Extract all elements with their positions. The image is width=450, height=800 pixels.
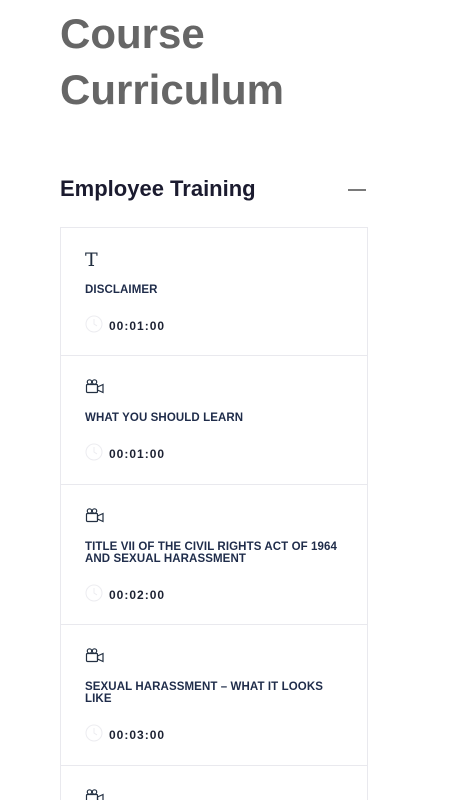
lesson-item[interactable]: SEXUAL HARASSMENT – WHAT IT LOOKS LIKE 0… (61, 625, 367, 766)
lesson-title: WHAT YOU SHOULD LEARN (85, 412, 244, 424)
video-camera-icon (85, 508, 104, 523)
minus-icon[interactable] (346, 180, 368, 200)
section-title: Employee Training (60, 176, 256, 201)
lesson-duration: 00:01:00 (85, 315, 225, 339)
text-icon: T (85, 249, 98, 271)
lesson-title: DISCLAIMER (85, 284, 158, 296)
clock-icon (85, 315, 103, 333)
lesson-list: T DISCLAIMER 00:01:00 WHAT YOU SHOULD LE… (60, 227, 368, 800)
video-camera-icon (85, 648, 104, 663)
lesson-duration: 00:03:00 (85, 724, 225, 748)
lesson-item[interactable] (61, 766, 367, 800)
lesson-item[interactable]: WHAT YOU SHOULD LEARN 00:01:00 (61, 356, 367, 485)
lesson-duration: 00:02:00 (85, 584, 225, 608)
video-camera-icon (85, 379, 104, 394)
clock-icon (85, 584, 103, 602)
course-curriculum-page: Course Curriculum Employee Training T DI… (0, 0, 450, 800)
clock-icon (85, 724, 103, 742)
lesson-title: SEXUAL HARASSMENT – WHAT IT LOOKS LIKE (85, 681, 323, 705)
lesson-title: TITLE VII OF THE CIVIL RIGHTS ACT OF 196… (85, 541, 338, 565)
page-title: Course Curriculum (60, 10, 285, 113)
video-camera-icon (85, 789, 104, 800)
duration-text: 00:03:00 (109, 728, 166, 742)
duration-text: 00:02:00 (109, 588, 166, 602)
lesson-duration: 00:01:00 (85, 443, 225, 467)
lesson-item[interactable]: TITLE VII OF THE CIVIL RIGHTS ACT OF 196… (61, 485, 367, 625)
lesson-item[interactable]: T DISCLAIMER 00:01:00 (61, 228, 367, 356)
duration-text: 00:01:00 (109, 447, 166, 461)
section-header[interactable]: Employee Training (60, 174, 368, 206)
clock-icon (85, 443, 103, 461)
duration-text: 00:01:00 (109, 319, 166, 333)
